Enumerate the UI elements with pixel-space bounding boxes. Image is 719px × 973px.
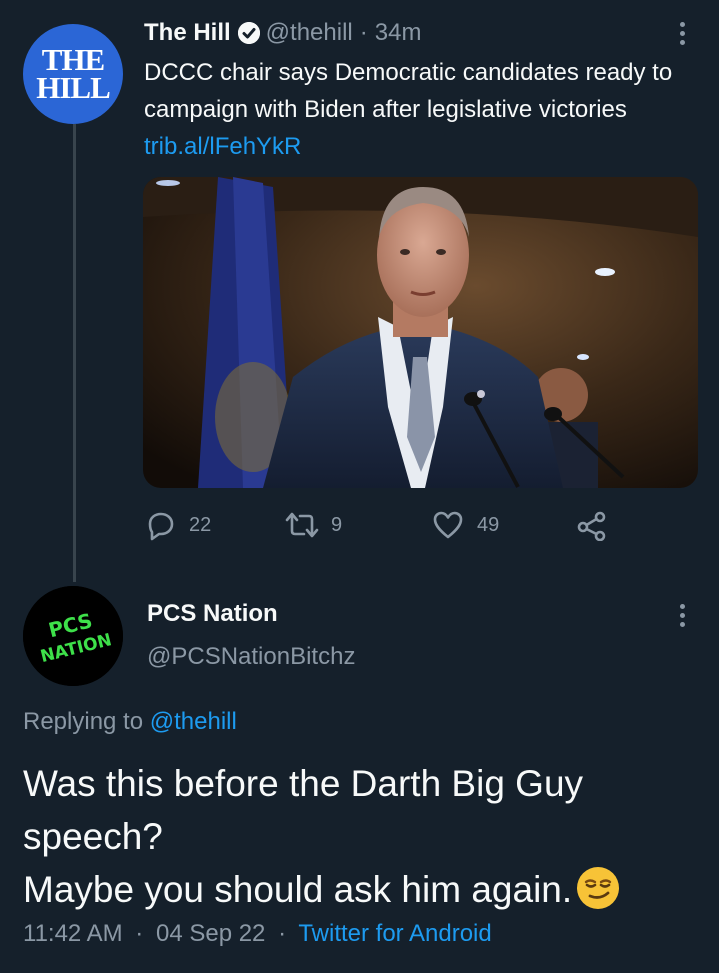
- reply-date[interactable]: 04 Sep 22: [156, 920, 265, 947]
- reply-text-line1: Was this before the Darth Big Guy speech…: [23, 763, 584, 857]
- meta-separator-2: ·: [278, 920, 287, 947]
- reply-text: Was this before the Darth Big Guy speech…: [23, 757, 703, 916]
- more-options-icon[interactable]: [678, 22, 686, 45]
- heart-icon: [433, 511, 463, 539]
- reply-client[interactable]: Twitter for Android: [298, 920, 491, 947]
- tweet-actions: 22 9 49: [144, 505, 624, 545]
- author-handle[interactable]: @thehill: [266, 19, 353, 47]
- tweet-time-ago[interactable]: 34m: [375, 19, 422, 47]
- meta-separator: ·: [135, 920, 144, 947]
- avatar-text-hill: HILL: [36, 70, 111, 105]
- share-icon: [577, 511, 606, 541]
- reply-icon: [148, 512, 174, 541]
- author-name[interactable]: The Hill: [144, 19, 231, 47]
- tweet-header: The Hill @thehill · 34m: [144, 16, 421, 50]
- reply-count: 22: [189, 513, 212, 536]
- thread-connector-line: [73, 124, 76, 582]
- replying-to: Replying to @thehill: [23, 708, 237, 736]
- like-button[interactable]: 49: [432, 505, 499, 545]
- replying-prefix: Replying to: [23, 708, 144, 735]
- header-separator: ·: [359, 19, 368, 46]
- retweet-count: 9: [331, 513, 343, 536]
- reply-button[interactable]: 22: [144, 505, 211, 545]
- pcs-logo-image: PCS NATION: [23, 586, 123, 686]
- pcs-nation-avatar[interactable]: PCS NATION: [23, 586, 123, 686]
- photo-media: [143, 177, 698, 488]
- smirking-face-emoji: [577, 867, 620, 909]
- reply-author-handle[interactable]: @PCSNationBitchz: [147, 643, 355, 671]
- verified-badge-icon: [237, 22, 260, 44]
- reply-more-options-icon[interactable]: [678, 604, 686, 627]
- reply-metadata: 11:42 AM · 04 Sep 22 · Twitter for Andro…: [23, 920, 492, 948]
- retweet-button[interactable]: 9: [284, 505, 342, 545]
- reply-author-name[interactable]: PCS Nation: [147, 600, 278, 628]
- share-button[interactable]: [576, 505, 608, 545]
- the-hill-avatar[interactable]: THE HILL: [23, 24, 123, 124]
- reply-text-line2-wrap: Maybe you should ask him again.: [23, 863, 703, 916]
- like-count: 49: [477, 513, 500, 536]
- tweet-text: DCCC chair says Democratic candidates re…: [144, 54, 684, 165]
- replying-handle-link[interactable]: @thehill: [150, 708, 237, 735]
- tweet-photo[interactable]: [143, 177, 698, 488]
- tweet-body: DCCC chair says Democratic candidates re…: [144, 59, 673, 123]
- retweet-icon: [285, 512, 319, 538]
- reply-time[interactable]: 11:42 AM: [23, 920, 123, 947]
- reply-text-line2: Maybe you should ask him again.: [23, 869, 573, 910]
- tweet-link[interactable]: trib.al/lFehYkR: [144, 133, 301, 160]
